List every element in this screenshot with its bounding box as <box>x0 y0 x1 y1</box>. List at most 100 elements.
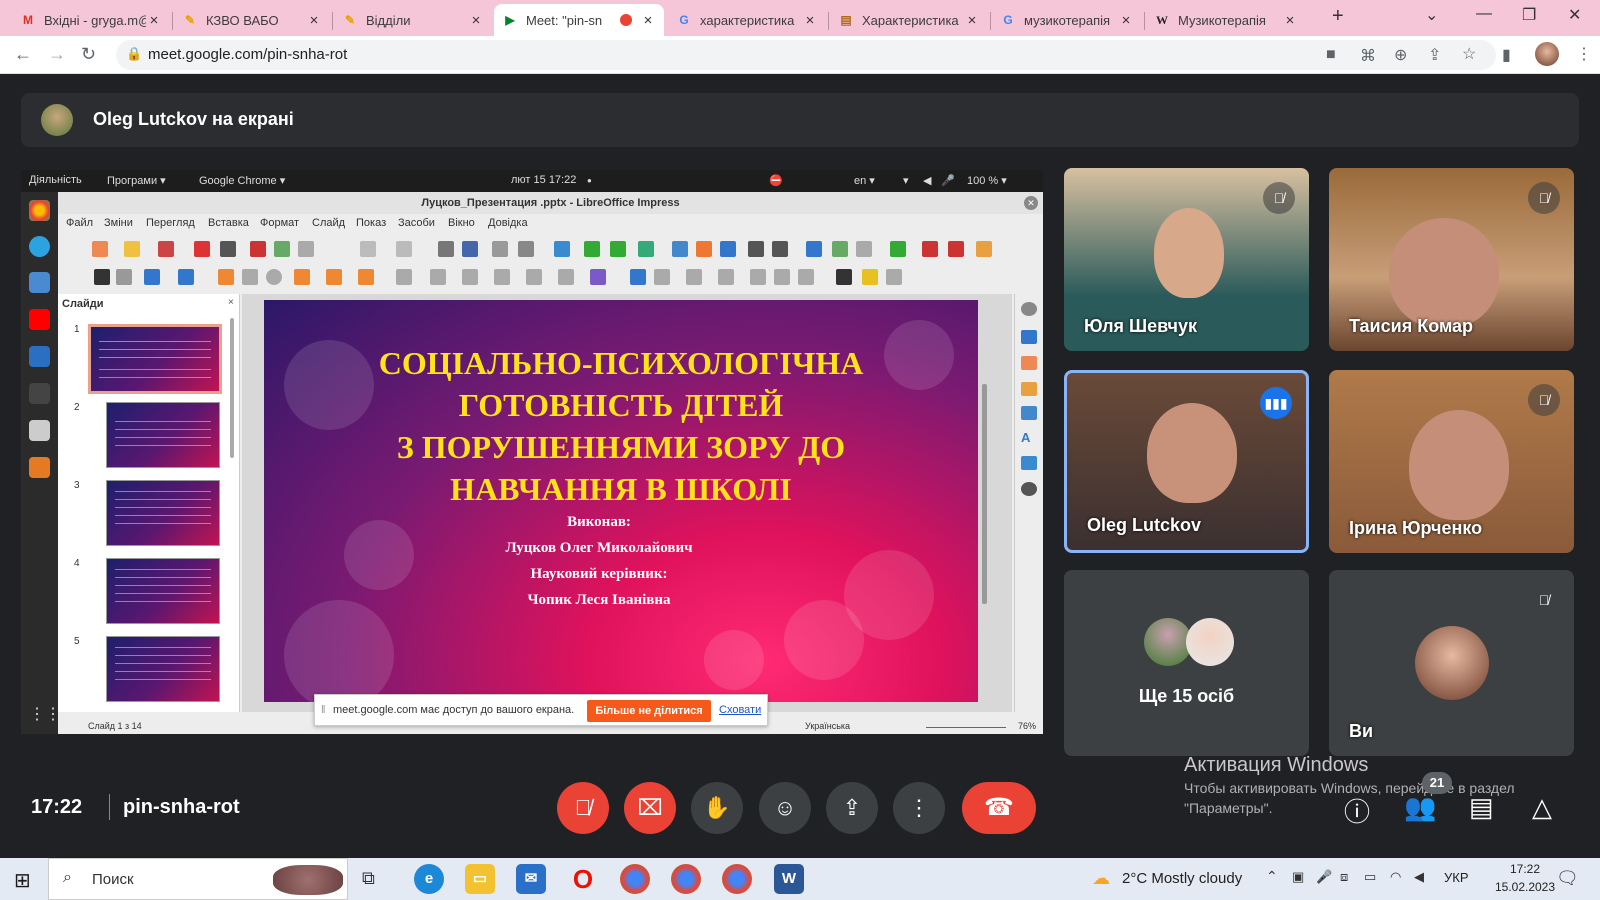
menu-view: Перегляд <box>146 217 195 229</box>
mail-icon[interactable]: ✉ <box>516 864 546 894</box>
shared-screen: Діяльність Програми ▾ Google Chrome ▾ лю… <box>21 170 1043 734</box>
speaking-indicator-icon: ▮▮▮ <box>1260 387 1292 419</box>
windows-start-icon[interactable]: ⊞ <box>14 868 31 893</box>
chevron-up-icon[interactable]: ⌃ <box>1266 868 1278 885</box>
word-icon[interactable]: W <box>774 864 804 894</box>
close-tab-icon[interactable]: × <box>640 12 656 29</box>
hide-link[interactable]: Сховати <box>719 704 761 716</box>
animation-icon <box>1021 356 1037 370</box>
remote-icon[interactable]: ⧈ <box>1340 869 1348 885</box>
notifications-icon[interactable]: 🗨 <box>1556 868 1579 889</box>
tab-search-icon[interactable]: ⌄ <box>1425 5 1438 25</box>
menu-window: Вікно <box>448 217 475 229</box>
minimize-icon[interactable]: — <box>1476 5 1492 23</box>
more-options-button[interactable]: ⋮ <box>893 782 945 834</box>
camera-icon[interactable]: ■ <box>1326 46 1336 64</box>
participant-tile-active-speaker[interactable]: ▮▮▮ Oleg Lutckov <box>1064 370 1309 553</box>
lock-icon[interactable]: 🔒 <box>126 46 142 62</box>
chat-icon[interactable]: ▤ <box>1469 792 1494 823</box>
chrome-icon[interactable] <box>620 864 650 894</box>
bookmark-star-icon[interactable]: ☆ <box>1462 44 1476 64</box>
raise-hand-button[interactable]: ✋ <box>691 782 743 834</box>
dot-icon: ● <box>587 176 592 185</box>
weather-widget[interactable]: 2°C Mostly cloudy <box>1122 870 1242 887</box>
meet-icon: ▶ <box>505 13 515 27</box>
mic-toggle-button[interactable]: 🎙̸ <box>557 782 609 834</box>
input-language[interactable]: УКР <box>1444 870 1469 885</box>
maximize-icon[interactable]: ❐ <box>1522 5 1536 25</box>
battery-icon[interactable]: ▭ <box>1364 869 1376 885</box>
tray-device-icon[interactable]: ▣ <box>1292 869 1304 885</box>
camera-toggle-button[interactable]: ⌧ <box>624 782 676 834</box>
tab-harakterystyka-doc[interactable]: ▤ Характеристика × <box>830 4 988 36</box>
close-tab-icon[interactable]: × <box>468 12 484 29</box>
edge-icon[interactable]: e <box>414 864 444 894</box>
new-tab-icon[interactable]: + <box>1332 5 1344 28</box>
reactions-button[interactable]: ☺ <box>759 782 811 834</box>
open-icon <box>124 241 140 257</box>
participant-tile[interactable]: 🎙̸ Ірина Юрченко <box>1329 370 1574 553</box>
leave-call-button[interactable]: ☎ <box>962 782 1036 834</box>
close-tab-icon[interactable]: × <box>1118 12 1134 29</box>
tab-muzykoterapiya-search[interactable]: G музикотерапія × <box>992 4 1142 36</box>
sidebar-deck: A <box>1014 294 1043 712</box>
slide-transition-icon <box>1021 330 1037 344</box>
self-avatar <box>1415 626 1489 700</box>
more-participants-tile[interactable]: Ще 15 осіб <box>1064 570 1309 756</box>
activities-icon[interactable]: △ <box>1532 792 1552 823</box>
standard-toolbar <box>58 236 1043 262</box>
translate-icon[interactable]: ⌘ <box>1360 46 1376 66</box>
close-window-icon[interactable]: ✕ <box>1568 5 1581 25</box>
menu-kebab-icon[interactable]: ⋮ <box>1576 44 1592 64</box>
close-tab-icon[interactable]: × <box>1282 12 1298 29</box>
stop-sharing-button[interactable]: Більше не ділитися <box>587 700 711 722</box>
close-panel-icon: × <box>228 297 234 308</box>
tab-muzykoterapiya-wiki[interactable]: W Музикотерапія × <box>1146 4 1306 36</box>
zoom-slider <box>926 727 1006 728</box>
more-vert-icon: ⋮ <box>908 795 930 820</box>
taskbar-search[interactable]: ⌕ Поиск <box>48 858 348 900</box>
forward-icon[interactable]: → <box>48 44 66 65</box>
participant-tile[interactable]: 🎙̸ Таисия Комар <box>1329 168 1574 351</box>
chrome-icon[interactable] <box>722 864 752 894</box>
zoom-icon[interactable]: ⊕ <box>1394 45 1407 65</box>
menu-file: Файл <box>66 217 94 229</box>
opera-icon[interactable]: O <box>568 864 598 894</box>
close-tab-icon[interactable]: × <box>964 12 980 29</box>
profile-avatar[interactable] <box>1535 42 1559 66</box>
taskbar-date[interactable]: 15.02.2023 <box>1488 880 1562 894</box>
participant-tile[interactable]: 🎙̸ Юля Шевчук <box>1064 168 1309 351</box>
participant-video <box>1389 218 1499 328</box>
close-tab-icon[interactable]: × <box>802 12 818 29</box>
task-view-icon[interactable]: ⧉ <box>362 868 375 889</box>
self-tile[interactable]: 🎙̸ Ви <box>1329 570 1574 756</box>
chrome-icon[interactable] <box>671 864 701 894</box>
tab-kzvo[interactable]: ✎ КЗВО ВАБО × <box>174 4 330 36</box>
back-icon[interactable]: ← <box>14 44 32 65</box>
people-icon[interactable]: 👥 <box>1404 792 1436 823</box>
select-icon <box>94 269 110 285</box>
meeting-info-icon[interactable]: ⓘ <box>1344 792 1370 829</box>
meeting-code: pin-snha-rot <box>123 796 240 818</box>
tab-meet[interactable]: ▶ Meet: "pin-sn × <box>494 4 664 36</box>
tab-viddily[interactable]: ✎ Відділи × <box>334 4 492 36</box>
close-tab-icon[interactable]: × <box>146 12 162 29</box>
taskbar-clock[interactable]: 17:22 <box>1495 862 1555 876</box>
basic-shapes-icon <box>396 269 412 285</box>
address-bar[interactable]: 🔒 meet.google.com/pin-snha-rot ■ ⌘ ⊕ ⇪ ☆ <box>116 40 1496 70</box>
grid-icon <box>492 241 508 257</box>
tab-harakterystyka-search[interactable]: G характеристика × <box>668 4 826 36</box>
side-panel-icon[interactable]: ▮ <box>1502 45 1511 65</box>
share-icon[interactable]: ⇪ <box>1428 45 1441 65</box>
present-button[interactable]: ⇪ <box>826 782 878 834</box>
reload-icon[interactable]: ↻ <box>81 44 96 65</box>
file-explorer-icon[interactable]: ▭ <box>465 864 495 894</box>
divider <box>109 794 110 820</box>
close-tab-icon[interactable]: × <box>306 12 322 29</box>
mic-tray-icon[interactable]: 🎤 <box>1316 869 1332 885</box>
tab-gmail[interactable]: M Вхідні - gryga.m@ × <box>12 4 170 36</box>
volume-icon[interactable]: ◀ <box>1414 869 1424 885</box>
slide-thumbnail <box>106 558 220 624</box>
wifi-icon[interactable]: ◠ <box>1390 869 1401 885</box>
callouts-icon <box>526 269 542 285</box>
